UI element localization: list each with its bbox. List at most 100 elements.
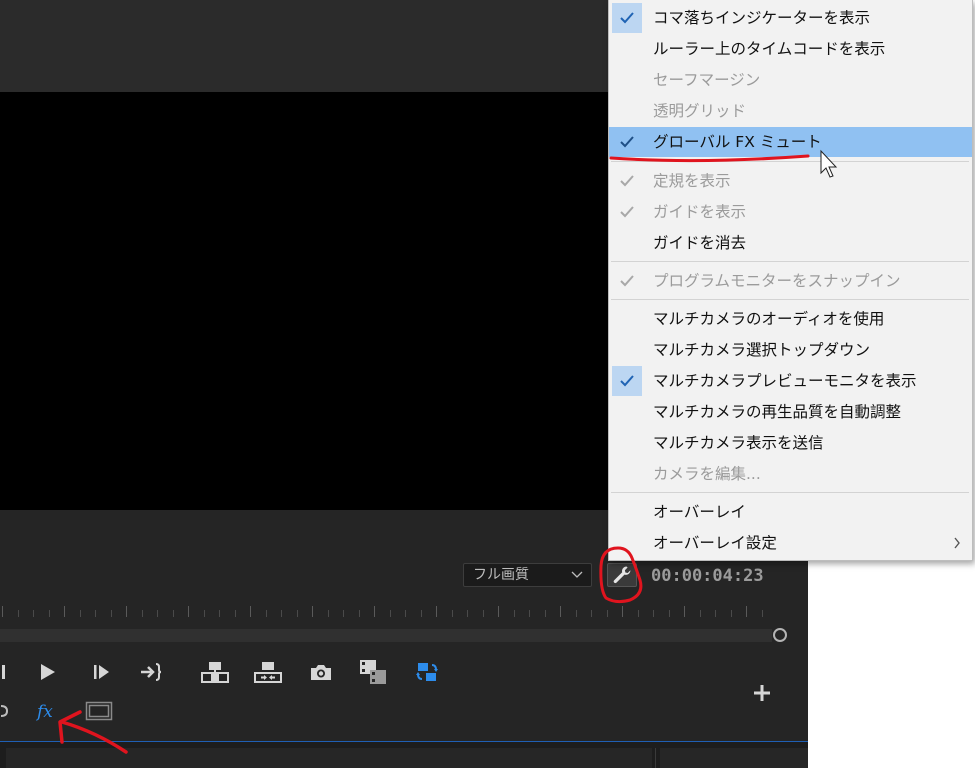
checkmark-icon bbox=[612, 166, 642, 196]
ruler-tick bbox=[235, 610, 236, 617]
menu-item-label: 透明グリッド bbox=[653, 102, 747, 120]
ruler-tick bbox=[219, 610, 220, 617]
menu-item-global-fx-mute[interactable]: グローバル FX ミュート bbox=[609, 127, 972, 157]
ruler-tick bbox=[560, 606, 561, 617]
timeline-header-cell-right bbox=[660, 748, 808, 768]
menu-item-label: セーフマージン bbox=[653, 71, 761, 89]
ruler-tick bbox=[498, 606, 499, 617]
lift-button[interactable] bbox=[199, 658, 231, 686]
ruler-tick bbox=[421, 610, 422, 617]
menu-item-label: ガイドを表示 bbox=[653, 203, 747, 221]
ruler-tick bbox=[405, 610, 406, 617]
ruler-tick bbox=[700, 610, 701, 617]
panel-divider bbox=[655, 748, 656, 768]
wrench-settings-menu: コマ落ちインジケーターを表示 ルーラー上のタイムコードを表示 セーフマージン 透… bbox=[608, 0, 973, 561]
camera-icon bbox=[311, 665, 331, 680]
ruler-tick bbox=[250, 606, 251, 617]
menu-separator bbox=[611, 299, 969, 300]
scrub-bar[interactable] bbox=[0, 629, 772, 642]
menu-item-show-dropped-frame-indicator[interactable]: コマ落ちインジケーターを表示 bbox=[609, 3, 972, 33]
menu-item-show-rulers: 定規を表示 bbox=[609, 166, 972, 196]
ruler-tick bbox=[436, 606, 437, 617]
ruler-tick bbox=[173, 610, 174, 617]
menu-item-multicam-top-down[interactable]: マルチカメラ選択トップダウン bbox=[609, 335, 972, 365]
ruler-tick bbox=[591, 610, 592, 617]
menu-item-overlay-settings[interactable]: オーバーレイ設定 bbox=[609, 528, 972, 558]
checkmark-icon bbox=[612, 3, 642, 33]
lift-icon bbox=[201, 662, 229, 683]
partial-control-button[interactable] bbox=[0, 660, 10, 684]
ruler-tick bbox=[142, 610, 143, 617]
menu-item-overlays[interactable]: オーバーレイ bbox=[609, 497, 972, 527]
extract-button[interactable] bbox=[252, 658, 284, 686]
play-button[interactable] bbox=[34, 660, 60, 684]
menu-item-label: プログラムモニターをスナップイン bbox=[653, 272, 901, 290]
ruler-tick bbox=[374, 606, 375, 617]
checkmark-icon bbox=[612, 266, 642, 296]
ruler-tick bbox=[715, 610, 716, 617]
ruler-tick bbox=[64, 606, 65, 617]
menu-item-snap-in-program-monitor: プログラムモニターをスナップイン bbox=[609, 266, 972, 296]
ruler-tick bbox=[684, 606, 685, 617]
menu-item-edit-cameras: カメラを編集... bbox=[609, 459, 972, 489]
ruler-tick bbox=[545, 610, 546, 617]
ruler-tick bbox=[312, 606, 313, 617]
timecode-display[interactable]: 00:00:04:23 bbox=[651, 564, 764, 588]
ruler-tick bbox=[111, 610, 112, 617]
ruler-tick bbox=[188, 606, 189, 617]
play-icon bbox=[41, 664, 55, 680]
ruler-tick bbox=[2, 606, 3, 617]
menu-item-label: オーバーレイ bbox=[653, 503, 746, 521]
global-fx-mute-button[interactable]: fx bbox=[34, 698, 60, 724]
menu-separator bbox=[611, 492, 969, 493]
ruler-tick bbox=[576, 610, 577, 617]
menu-item-label: マルチカメラプレビューモニタを表示 bbox=[653, 372, 917, 390]
chevron-down-icon bbox=[571, 564, 583, 593]
ruler-tick bbox=[359, 610, 360, 617]
menu-item-multicam-audio[interactable]: マルチカメラのオーディオを使用 bbox=[609, 304, 972, 334]
menu-item-label: グローバル FX ミュート bbox=[653, 133, 822, 151]
menu-item-label: マルチカメラ選択トップダウン bbox=[653, 341, 871, 359]
menu-item-multicam-auto-quality[interactable]: マルチカメラの再生品質を自動調整 bbox=[609, 397, 972, 427]
settings-wrench-button[interactable] bbox=[607, 563, 637, 587]
playback-quality-select[interactable]: フル画質 bbox=[463, 563, 592, 587]
ruler-tick bbox=[80, 610, 81, 617]
menu-item-label: コマ落ちインジケーターを表示 bbox=[653, 9, 871, 27]
film-strip-icon bbox=[360, 660, 386, 684]
plus-icon bbox=[754, 685, 770, 701]
menu-item-label: マルチカメラの再生品質を自動調整 bbox=[653, 403, 902, 421]
go-to-out-button[interactable] bbox=[137, 660, 165, 684]
fx-icon: fx bbox=[35, 702, 53, 722]
partial-icon-button[interactable] bbox=[0, 700, 10, 722]
ruler-tick bbox=[328, 610, 329, 617]
ruler-tick bbox=[622, 606, 623, 617]
export-frame-button[interactable] bbox=[307, 659, 335, 685]
scrub-end-handle[interactable] bbox=[773, 628, 787, 642]
ruler-tick bbox=[157, 610, 158, 617]
extract-icon bbox=[254, 662, 282, 683]
ruler-tick bbox=[669, 610, 670, 617]
ruler-tick bbox=[638, 610, 639, 617]
time-ruler[interactable] bbox=[0, 606, 780, 624]
toggle-proxies-button[interactable] bbox=[413, 659, 441, 685]
ruler-tick bbox=[343, 610, 344, 617]
ruler-tick bbox=[529, 610, 530, 617]
wrench-icon bbox=[613, 566, 631, 584]
ruler-tick bbox=[653, 610, 654, 617]
menu-separator bbox=[611, 261, 969, 262]
menu-item-multicam-transmit[interactable]: マルチカメラ表示を送信 bbox=[609, 428, 972, 458]
ruler-tick bbox=[467, 610, 468, 617]
safe-margins-button[interactable] bbox=[84, 698, 114, 724]
menu-item-show-guides: ガイドを表示 bbox=[609, 197, 972, 227]
ruler-tick bbox=[266, 610, 267, 617]
menu-item-multicam-preview-monitor[interactable]: マルチカメラプレビューモニタを表示 bbox=[609, 366, 972, 396]
menu-item-clear-guides[interactable]: ガイドを消去 bbox=[609, 228, 972, 258]
comparison-view-button[interactable] bbox=[357, 657, 389, 687]
step-forward-button[interactable] bbox=[88, 660, 114, 684]
ruler-tick bbox=[390, 610, 391, 617]
svg-text:fx: fx bbox=[35, 702, 53, 722]
ruler-tick bbox=[126, 606, 127, 617]
checkmark-icon bbox=[612, 366, 642, 396]
menu-item-show-timecode-on-ruler[interactable]: ルーラー上のタイムコードを表示 bbox=[609, 34, 972, 64]
button-editor-add-button[interactable] bbox=[748, 680, 776, 706]
